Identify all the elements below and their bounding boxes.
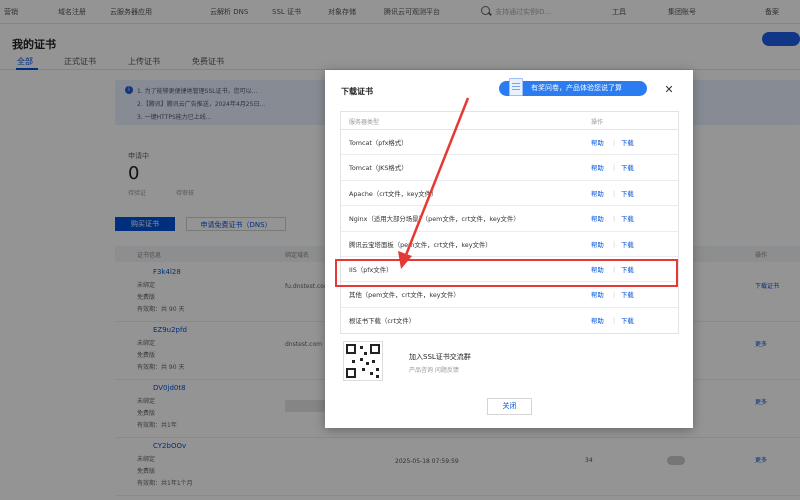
survey-document-icon <box>509 78 523 96</box>
help-link[interactable]: 帮助 <box>591 265 604 274</box>
table-row: Nginx（适用大部分场景）（pem文件，crt文件，key文件） 帮助 | 下… <box>341 206 678 232</box>
qr-finder <box>346 368 356 378</box>
server-type-label: Nginx（适用大部分场景）（pem文件，crt文件，key文件） <box>349 215 520 224</box>
download-certificate-dialog: 下载证书 有奖问卷，产品体验您说了算 ✕ 服务器类型 操作 Tomcat（pfx… <box>325 70 693 428</box>
separator: | <box>613 239 616 248</box>
help-link[interactable]: 帮助 <box>591 189 604 198</box>
download-link[interactable]: 下载 <box>621 163 634 172</box>
help-link[interactable]: 帮助 <box>591 290 604 299</box>
table-row: 其他（pem文件，crt文件，key文件） 帮助 | 下载 <box>341 282 678 308</box>
qr-dot <box>362 368 365 371</box>
dialog-title: 下载证书 <box>341 87 373 96</box>
help-link[interactable]: 帮助 <box>591 214 604 223</box>
separator: | <box>613 138 616 146</box>
server-type-label: 腾讯云宝塔面板（pem文件，crt文件，key文件） <box>349 240 492 249</box>
server-type-label: Apache（crt文件，key文件） <box>349 189 438 198</box>
separator: | <box>613 315 616 324</box>
qr-dot <box>352 360 355 363</box>
table-row-iis: IIS（pfx文件） 帮助 | 下载 <box>341 257 678 283</box>
qr-dot <box>370 372 373 375</box>
close-button[interactable]: 关闭 <box>487 398 532 415</box>
server-type-label: 其他（pem文件，crt文件，key文件） <box>349 291 460 300</box>
close-icon[interactable]: ✕ <box>663 84 675 96</box>
column-header-action: 操作 <box>591 119 604 126</box>
help-link[interactable]: 帮助 <box>591 240 604 249</box>
table-header: 服务器类型 操作 <box>341 112 678 130</box>
group-title: 加入SSL证书交流群 <box>409 353 471 361</box>
download-link[interactable]: 下载 <box>621 214 634 223</box>
qr-finder <box>346 344 356 354</box>
qr-dot <box>366 362 369 365</box>
qr-code <box>343 341 383 381</box>
table-row: Tomcat（JKS格式） 帮助 | 下载 <box>341 155 678 181</box>
separator: | <box>613 188 616 197</box>
qr-dot <box>360 346 363 349</box>
separator: | <box>613 264 616 273</box>
qr-dot <box>372 360 375 363</box>
qr-dot <box>376 375 379 378</box>
server-type-label: Tomcat（pfx格式） <box>349 139 408 147</box>
qr-finder <box>370 344 380 354</box>
iis-download-link[interactable]: 下载 <box>621 265 634 274</box>
server-type-label: Tomcat（JKS格式） <box>349 164 408 173</box>
server-type-label: IIS（pfx文件） <box>349 265 393 274</box>
server-type-label: 根证书下载（crt文件） <box>349 316 416 325</box>
qr-dot <box>376 368 379 371</box>
table-row: Tomcat（pfx格式） 帮助 | 下载 <box>341 130 678 156</box>
help-link[interactable]: 帮助 <box>591 316 604 325</box>
download-link[interactable]: 下载 <box>621 189 634 198</box>
table-row: 腾讯云宝塔面板（pem文件，crt文件，key文件） 帮助 | 下载 <box>341 232 678 257</box>
separator: | <box>613 214 616 223</box>
table-row: 根证书下载（crt文件） 帮助 | 下载 <box>341 308 678 333</box>
table-row: Apache（crt文件，key文件） 帮助 | 下载 <box>341 181 678 207</box>
download-link[interactable]: 下载 <box>621 290 634 299</box>
separator: | <box>613 290 616 299</box>
column-header-server: 服务器类型 <box>349 119 380 126</box>
qr-dot <box>360 358 363 361</box>
download-link[interactable]: 下载 <box>621 138 634 147</box>
download-link[interactable]: 下载 <box>621 240 634 249</box>
server-type-table: 服务器类型 操作 Tomcat（pfx格式） 帮助 | 下载 Tomcat（JK… <box>340 111 679 335</box>
help-link[interactable]: 帮助 <box>591 163 604 172</box>
download-link[interactable]: 下载 <box>621 316 634 325</box>
group-subtitle: 产品咨询 问题反馈 <box>409 367 459 374</box>
separator: | <box>613 163 616 172</box>
qr-dot <box>364 352 367 355</box>
help-link[interactable]: 帮助 <box>591 138 604 147</box>
